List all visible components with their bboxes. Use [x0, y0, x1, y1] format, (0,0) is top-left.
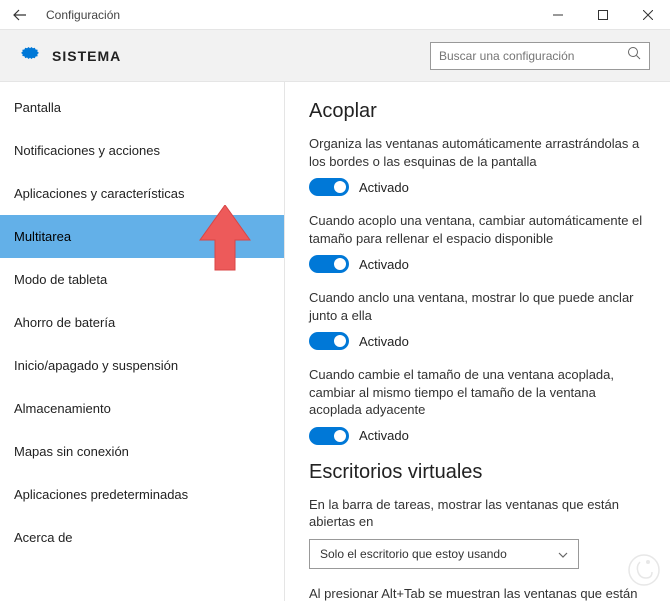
setting-desc: Cuando anclo una ventana, mostrar lo que…	[309, 289, 646, 324]
sidebar-item-label: Ahorro de batería	[14, 315, 115, 330]
toggle-snap-fill[interactable]	[309, 255, 349, 273]
toggle-row: Activado	[309, 178, 646, 196]
close-button[interactable]	[625, 0, 670, 30]
sidebar-item-bateria[interactable]: Ahorro de batería	[0, 301, 284, 344]
sidebar-item-label: Multitarea	[14, 229, 71, 244]
minimize-icon	[553, 10, 563, 20]
dropdown-value: Solo el escritorio que estoy usando	[320, 547, 507, 561]
body: Pantalla Notificaciones y acciones Aplic…	[0, 82, 670, 601]
toggle-row: Activado	[309, 332, 646, 350]
search-box[interactable]	[430, 42, 650, 70]
sidebar-item-label: Aplicaciones y características	[14, 186, 185, 201]
setting-desc: Cuando cambie el tamaño de una ventana a…	[309, 366, 646, 419]
sidebar-item-label: Acerca de	[14, 530, 73, 545]
header: SISTEMA	[0, 30, 670, 82]
sidebar-item-label: Aplicaciones predeterminadas	[14, 487, 188, 502]
header-system-label: SISTEMA	[52, 48, 430, 64]
content: Acoplar Organiza las ventanas automática…	[285, 82, 670, 601]
sidebar-item-pantalla[interactable]: Pantalla	[0, 86, 284, 129]
close-icon	[643, 10, 653, 20]
toggle-label: Activado	[359, 180, 409, 195]
toggle-label: Activado	[359, 257, 409, 272]
setting-desc: Cuando acoplo una ventana, cambiar autom…	[309, 212, 646, 247]
maximize-icon	[598, 10, 608, 20]
toggle-row: Activado	[309, 427, 646, 445]
sidebar-item-label: Mapas sin conexión	[14, 444, 129, 459]
minimize-button[interactable]	[535, 0, 580, 30]
sidebar-item-label: Pantalla	[14, 100, 61, 115]
toggle-label: Activado	[359, 334, 409, 349]
setting-desc: En la barra de tareas, mostrar las venta…	[309, 496, 646, 531]
dropdown-taskbar[interactable]: Solo el escritorio que estoy usando	[309, 539, 579, 569]
maximize-button[interactable]	[580, 0, 625, 30]
sidebar-item-label: Modo de tableta	[14, 272, 107, 287]
sidebar-item-aplicaciones[interactable]: Aplicaciones y características	[0, 172, 284, 215]
sidebar-item-label: Notificaciones y acciones	[14, 143, 160, 158]
window-title: Configuración	[40, 8, 535, 22]
back-arrow-icon	[13, 8, 27, 22]
sidebar-item-label: Inicio/apagado y suspensión	[14, 358, 178, 373]
sidebar-item-almacenamiento[interactable]: Almacenamiento	[0, 387, 284, 430]
setting-desc: Al presionar Alt+Tab se muestran las ven…	[309, 585, 646, 601]
toggle-label: Activado	[359, 428, 409, 443]
search-icon	[627, 46, 641, 65]
gear-icon	[20, 43, 40, 68]
chevron-down-icon	[558, 547, 568, 561]
section-title-snap: Acoplar	[309, 100, 646, 123]
section-title-virtual-desktops: Escritorios virtuales	[309, 461, 646, 484]
sidebar-item-tableta[interactable]: Modo de tableta	[0, 258, 284, 301]
window-controls	[535, 0, 670, 30]
sidebar: Pantalla Notificaciones y acciones Aplic…	[0, 82, 285, 601]
sidebar-item-inicio[interactable]: Inicio/apagado y suspensión	[0, 344, 284, 387]
back-button[interactable]	[0, 0, 40, 30]
sidebar-item-multitarea[interactable]: Multitarea	[0, 215, 284, 258]
setting-desc: Organiza las ventanas automáticamente ar…	[309, 135, 646, 170]
toggle-snap-assist[interactable]	[309, 332, 349, 350]
sidebar-item-label: Almacenamiento	[14, 401, 111, 416]
toggle-row: Activado	[309, 255, 646, 273]
sidebar-item-notificaciones[interactable]: Notificaciones y acciones	[0, 129, 284, 172]
sidebar-item-mapas[interactable]: Mapas sin conexión	[0, 430, 284, 473]
toggle-snap-arrange[interactable]	[309, 178, 349, 196]
search-input[interactable]	[439, 49, 627, 63]
titlebar: Configuración	[0, 0, 670, 30]
toggle-snap-resize[interactable]	[309, 427, 349, 445]
sidebar-item-predeterminadas[interactable]: Aplicaciones predeterminadas	[0, 473, 284, 516]
sidebar-item-acerca[interactable]: Acerca de	[0, 516, 284, 559]
